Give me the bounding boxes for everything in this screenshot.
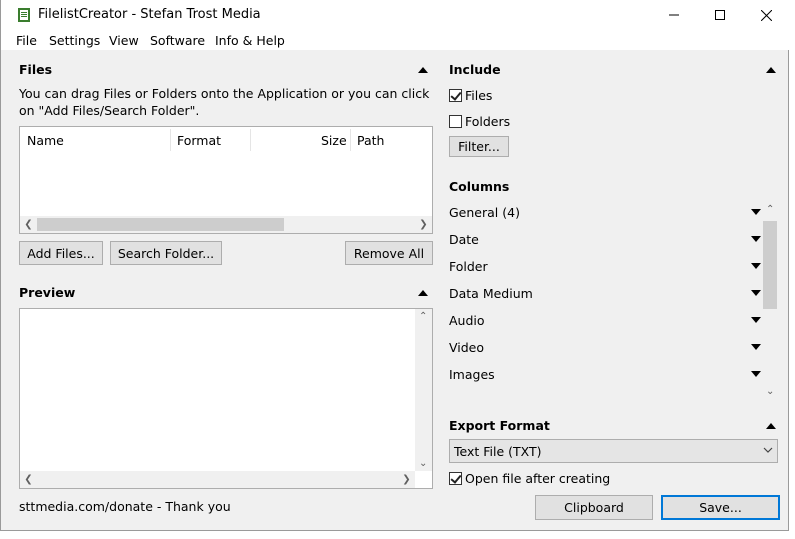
include-folders-label: Folders	[465, 114, 511, 129]
app-icon	[16, 7, 32, 23]
menu-settings[interactable]: Settings	[49, 33, 100, 48]
save-button[interactable]: Save...	[661, 495, 780, 520]
title-bar: FilelistCreator - Stefan Trost Media	[1, 0, 790, 30]
files-list[interactable]: Name Format Size Path ❮ ❯	[19, 126, 433, 234]
checkbox-checked-icon[interactable]	[449, 89, 462, 102]
preview-area[interactable]: ⌃ ⌄ ❮ ❯	[19, 308, 433, 489]
scroll-left-icon[interactable]: ❮	[20, 471, 37, 488]
column-group-general[interactable]: General (4)	[449, 199, 761, 226]
chevron-down-icon	[763, 443, 773, 460]
scroll-up-icon[interactable]: ⌃	[766, 204, 774, 215]
scroll-down-icon[interactable]: ⌄	[419, 458, 427, 469]
column-group-date[interactable]: Date	[449, 226, 761, 253]
menu-software[interactable]: Software	[150, 33, 205, 48]
menu-view[interactable]: View	[109, 33, 139, 48]
scroll-thumb[interactable]	[37, 218, 284, 231]
include-files-checkbox[interactable]: Files	[449, 88, 492, 103]
scroll-right-icon[interactable]: ❯	[398, 471, 415, 488]
remove-all-button[interactable]: Remove All	[345, 241, 433, 265]
scroll-thumb[interactable]	[763, 221, 777, 309]
dropdown-arrow-icon[interactable]	[751, 209, 761, 215]
export-format-value: Text File (TXT)	[454, 444, 542, 459]
dropdown-arrow-icon[interactable]	[751, 371, 761, 377]
scroll-left-icon[interactable]: ❮	[20, 216, 37, 233]
files-title: Files	[19, 62, 53, 77]
open-after-label: Open file after creating	[465, 471, 611, 486]
open-after-checkbox[interactable]: Open file after creating	[449, 471, 610, 486]
export-collapse-icon[interactable]	[766, 423, 776, 429]
dropdown-arrow-icon[interactable]	[751, 290, 761, 296]
donate-link[interactable]: sttmedia.com/donate - Thank you	[19, 499, 231, 514]
column-group-audio[interactable]: Audio	[449, 307, 761, 334]
column-group-folder[interactable]: Folder	[449, 253, 761, 280]
add-files-button[interactable]: Add Files...	[19, 241, 103, 265]
minimize-icon	[669, 14, 679, 16]
main-window: FilelistCreator - Stefan Trost Media Fil…	[0, 0, 790, 531]
columns-vertical-scrollbar[interactable]: ⌃ ⌄	[762, 203, 779, 398]
column-separator[interactable]	[350, 129, 351, 151]
columns-title: Columns	[449, 179, 510, 194]
column-header-name[interactable]: Name	[27, 133, 64, 148]
scroll-up-icon[interactable]: ⌃	[419, 311, 427, 322]
checkbox-unchecked-icon[interactable]	[449, 115, 462, 128]
dropdown-arrow-icon[interactable]	[751, 317, 761, 323]
export-format-select[interactable]: Text File (TXT)	[449, 439, 778, 463]
preview-horizontal-scrollbar[interactable]: ❮ ❯	[20, 471, 415, 488]
column-header-size[interactable]: Size	[321, 133, 347, 148]
search-folder-button[interactable]: Search Folder...	[110, 241, 222, 265]
column-header-path[interactable]: Path	[357, 133, 384, 148]
menu-bar: File Settings View Software Info & Help	[1, 30, 790, 50]
column-header-format[interactable]: Format	[177, 133, 221, 148]
filter-button[interactable]: Filter...	[449, 136, 509, 157]
menu-info-help[interactable]: Info & Help	[215, 33, 285, 48]
export-format-title: Export Format	[449, 418, 550, 433]
dropdown-arrow-icon[interactable]	[751, 236, 761, 242]
maximize-icon	[715, 10, 725, 20]
column-group-video[interactable]: Video	[449, 334, 761, 361]
column-separator[interactable]	[170, 129, 171, 151]
preview-vertical-scrollbar[interactable]: ⌃ ⌄	[415, 309, 432, 471]
maximize-button[interactable]	[697, 0, 743, 30]
dropdown-arrow-icon[interactable]	[751, 344, 761, 350]
clipboard-button[interactable]: Clipboard	[535, 495, 653, 520]
files-collapse-icon[interactable]	[418, 67, 428, 73]
minimize-button[interactable]	[651, 0, 697, 30]
include-folders-checkbox[interactable]: Folders	[449, 114, 510, 129]
close-button[interactable]	[743, 0, 789, 30]
scroll-right-icon[interactable]: ❯	[415, 216, 432, 233]
menu-file[interactable]: File	[16, 33, 37, 48]
include-title: Include	[449, 62, 501, 77]
preview-collapse-icon[interactable]	[418, 290, 428, 296]
include-collapse-icon[interactable]	[766, 67, 776, 73]
window-title: FilelistCreator - Stefan Trost Media	[38, 7, 261, 22]
column-group-images[interactable]: Images	[449, 361, 761, 388]
column-separator[interactable]	[250, 129, 251, 151]
files-hint: You can drag Files or Folders onto the A…	[19, 86, 430, 118]
checkbox-checked-icon[interactable]	[449, 472, 462, 485]
close-icon	[760, 9, 772, 21]
scroll-down-icon[interactable]: ⌄	[766, 386, 774, 397]
column-group-data-medium[interactable]: Data Medium	[449, 280, 761, 307]
preview-title: Preview	[19, 285, 76, 300]
dropdown-arrow-icon[interactable]	[751, 263, 761, 269]
files-horizontal-scrollbar[interactable]: ❮ ❯	[20, 216, 432, 233]
include-files-label: Files	[465, 88, 493, 103]
